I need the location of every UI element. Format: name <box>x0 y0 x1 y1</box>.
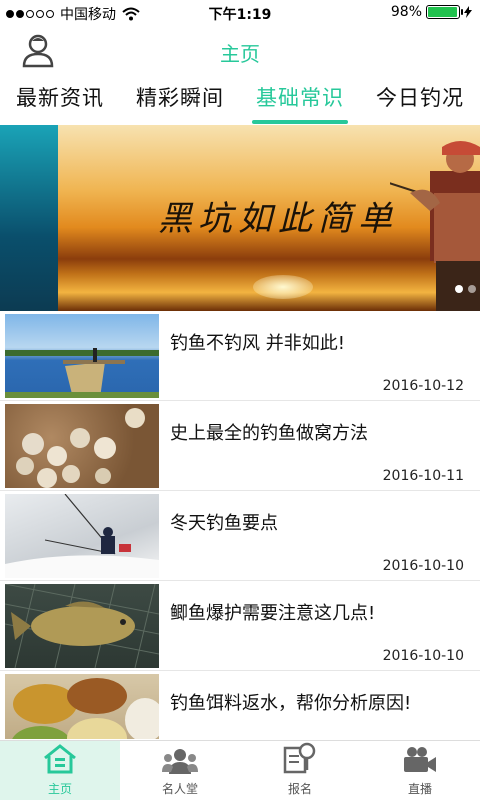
news-date: 2016-10-10 <box>382 558 464 574</box>
signup-icon <box>283 742 316 774</box>
banner-image[interactable]: 黑坑如此简单 <box>58 125 480 311</box>
pager-dot[interactable] <box>455 285 463 293</box>
tabbar-label: 主页 <box>47 782 72 796</box>
list-item[interactable]: 钓鱼不钓风 并非如此! 2016-10-12 <box>0 311 480 401</box>
news-thumbnail <box>5 314 159 398</box>
news-date: 2016-10-10 <box>382 648 464 664</box>
bottom-tab-bar: 主页 名人堂 报名 直播 <box>0 740 480 800</box>
news-list: 钓鱼不钓风 并非如此! 2016-10-12 史上最全的钓鱼做窝方法 2016-… <box>0 311 480 739</box>
sunset-sun <box>253 275 313 299</box>
charging-icon <box>464 6 472 18</box>
tab-basics[interactable]: 基础常识 <box>240 80 360 126</box>
page-title: 主页 <box>220 42 260 66</box>
battery-icon <box>426 5 463 19</box>
list-item[interactable]: 鲫鱼爆护需要注意这几点! 2016-10-10 <box>0 581 480 671</box>
list-item[interactable]: 钓鱼饵料返水，帮你分析原因! <box>0 671 480 739</box>
carousel-pager[interactable] <box>455 285 476 293</box>
tab-latest-news[interactable]: 最新资讯 <box>0 80 120 126</box>
home-icon <box>44 744 76 774</box>
banner-caption: 黑坑如此简单 <box>158 199 398 239</box>
video-camera-icon <box>404 747 436 772</box>
tab-highlights[interactable]: 精彩瞬间 <box>120 80 240 126</box>
category-tabs: 最新资讯 精彩瞬间 基础常识 今日钓况 <box>0 80 480 126</box>
banner-prev-image <box>0 125 58 311</box>
people-icon <box>162 749 198 774</box>
news-title: 冬天钓鱼要点 <box>170 513 278 534</box>
battery-percent: 98% <box>390 4 422 20</box>
list-item[interactable]: 史上最全的钓鱼做窝方法 2016-10-11 <box>0 401 480 491</box>
news-thumbnail <box>5 584 159 668</box>
news-thumbnail <box>5 674 159 739</box>
pager-dot[interactable] <box>468 285 476 293</box>
status-bar: 中国移动 下午1:19 98% <box>0 0 480 26</box>
news-title: 钓鱼不钓风 并非如此! <box>170 333 345 354</box>
tabbar-hall-of-fame[interactable]: 名人堂 <box>120 741 240 800</box>
tabbar-live[interactable]: 直播 <box>360 741 480 800</box>
news-date: 2016-10-11 <box>382 468 464 484</box>
tabbar-home[interactable]: 主页 <box>0 741 120 800</box>
news-date: 2016-10-12 <box>382 378 464 394</box>
news-thumbnail <box>5 404 159 488</box>
news-title: 鲫鱼爆护需要注意这几点! <box>170 603 376 624</box>
tabbar-label: 名人堂 <box>161 782 198 796</box>
nav-header: 主页 <box>0 26 480 74</box>
news-thumbnail <box>5 494 159 578</box>
tabbar-signup[interactable]: 报名 <box>240 741 360 800</box>
news-title: 钓鱼饵料返水，帮你分析原因! <box>170 693 412 714</box>
tabbar-label: 直播 <box>407 782 432 796</box>
banner-carousel[interactable]: 黑坑如此简单 <box>0 125 480 311</box>
tab-today-fishing[interactable]: 今日钓况 <box>360 80 480 126</box>
news-title: 史上最全的钓鱼做窝方法 <box>170 423 368 444</box>
list-item[interactable]: 冬天钓鱼要点 2016-10-10 <box>0 491 480 581</box>
tabbar-label: 报名 <box>287 782 312 796</box>
